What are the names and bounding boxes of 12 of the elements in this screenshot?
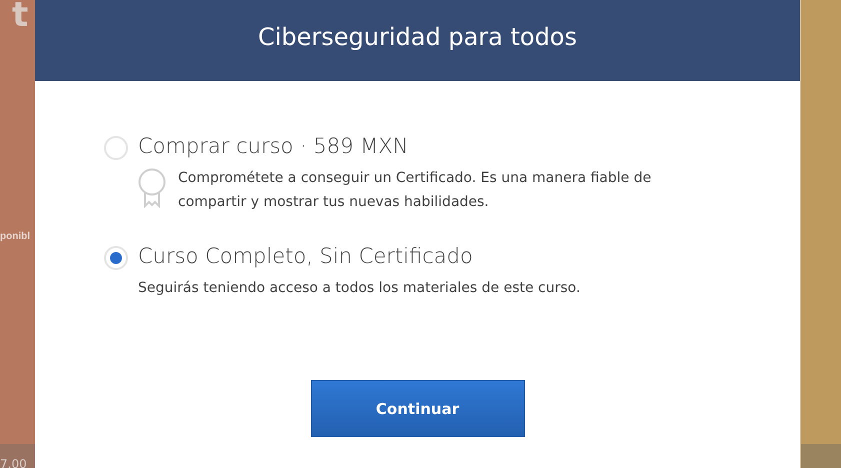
- option-title: Curso Completo, Sin Certificado: [138, 244, 474, 268]
- modal-title: Ciberseguridad para todos: [258, 22, 577, 50]
- price-text: 7.00: [0, 458, 27, 468]
- option-description: Seguirás teniendo acceso a todos los materiales de este curso.: [138, 279, 580, 298]
- radio-button[interactable]: [104, 136, 128, 160]
- certificate-icon: [138, 168, 166, 208]
- continue-button[interactable]: Continuar: [310, 380, 524, 437]
- heading-text: t: [12, 0, 30, 30]
- option-description: Comprométete a conseguir un Certificado. Es una manera fiable de compartir y mostrar tus nuevas habilidades.: [178, 169, 652, 212]
- radio-button[interactable]: [104, 246, 128, 270]
- label-text: ponibl: [0, 231, 30, 242]
- option-title: Comprar curso · 589 MXN: [138, 134, 410, 158]
